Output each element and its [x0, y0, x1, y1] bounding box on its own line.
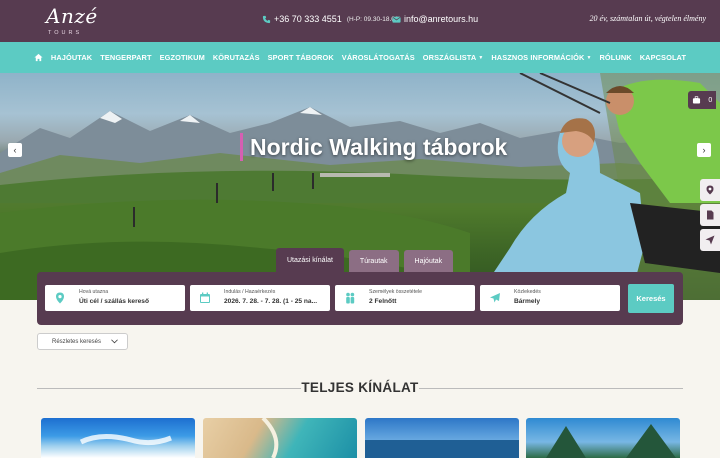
dates-label: Indulás / Hazaérkezés	[224, 289, 276, 295]
nav-item-rolunk[interactable]: RÓLUNK	[600, 53, 632, 62]
persons-value: 2 Felnőtt	[369, 298, 397, 305]
calendar-icon	[200, 292, 210, 303]
phone-number[interactable]: +36 70 333 4551	[274, 14, 342, 24]
transport-value: Bármely	[514, 298, 541, 305]
offer-card-4[interactable]	[526, 418, 680, 458]
hero-title-accent	[240, 133, 243, 161]
slider-prev-button[interactable]: ‹	[8, 143, 22, 157]
transport-label: Közlekedés	[514, 289, 541, 295]
offer-card-1[interactable]	[41, 418, 195, 458]
contact-email[interactable]: info@anretours.hu	[392, 14, 478, 24]
slider-next-button[interactable]: ›	[697, 143, 711, 157]
destination-value: Úti cél / szállás kereső	[79, 298, 150, 305]
airplane-icon	[490, 293, 500, 303]
hikers-photo	[470, 73, 720, 300]
detailed-search-label: Részletes keresés	[52, 338, 102, 345]
side-toolbar	[700, 179, 720, 254]
nav-item-sport-taborok[interactable]: SPORT TÁBOROK	[268, 53, 334, 62]
logo[interactable]: Anzé TOURS	[44, 4, 104, 38]
destination-label: Hová utazna	[79, 289, 109, 295]
nav-item-kapcsolat[interactable]: KAPCSOLAT	[640, 53, 686, 62]
side-tool-location[interactable]	[700, 179, 720, 201]
nav-item-varoslatogatas[interactable]: VÁROSLÁTOGATÁS	[342, 53, 415, 62]
cart-icon	[692, 96, 700, 104]
card-image	[546, 424, 676, 458]
offer-card-2[interactable]	[203, 418, 357, 458]
section-title: TELJES KÍNÁLAT	[301, 380, 419, 395]
nav-item-egzotikum[interactable]: EGZOTIKUM	[160, 53, 205, 62]
nav-item-orszaglista[interactable]: ORSZÁGLISTA ▼	[423, 53, 484, 62]
dates-field[interactable]: Indulás / Hazaérkezés 2026. 7. 28. - 7. …	[190, 285, 330, 311]
detailed-search-toggle[interactable]: Részletes keresés	[37, 333, 128, 350]
search-tabs: Utazási kínálat Túrautak Hajóutak	[276, 248, 454, 272]
top-bar: Anzé TOURS +36 70 333 4551 (H-P: 09.30-1…	[0, 0, 720, 42]
document-icon	[707, 210, 714, 220]
chevron-left-icon: ‹	[13, 145, 17, 155]
tab-hajoutak[interactable]: Hajóutak	[403, 250, 454, 272]
chevron-down-icon: ▼	[478, 54, 484, 61]
nav-item-hajoutak[interactable]: HAJÓUTAK	[51, 53, 92, 62]
logo-text: Anzé	[46, 4, 98, 28]
email-address[interactable]: info@anretours.hu	[404, 14, 478, 24]
map-pin-icon	[56, 292, 64, 304]
logo-subtitle: TOURS	[48, 30, 83, 36]
nav-item-hasznos-label: HASZNOS INFORMÁCIÓK	[491, 53, 585, 62]
people-icon	[346, 292, 355, 304]
nav-item-tengerpart[interactable]: TENGERPART	[100, 53, 151, 62]
nav-item-korutazas[interactable]: KÖRUTAZÁS	[213, 53, 260, 62]
dates-value: 2026. 7. 28. - 7. 28. (1 - 25 na...	[224, 298, 318, 305]
nav-item-hasznos-informaciok[interactable]: HASZNOS INFORMÁCIÓK ▼	[491, 53, 591, 62]
mail-icon	[392, 16, 401, 23]
transport-field[interactable]: Közlekedés Bármely	[480, 285, 620, 311]
cart-count: 0	[708, 96, 713, 104]
map-pin-icon	[706, 185, 714, 195]
tab-utazasi-kinalat[interactable]: Utazási kínálat	[276, 248, 344, 272]
side-tool-document[interactable]	[700, 204, 720, 226]
main-nav: HAJÓUTAK TENGERPART EGZOTIKUM KÖRUTAZÁS …	[0, 42, 720, 73]
chevron-right-icon: ›	[702, 145, 706, 155]
phone-icon	[262, 15, 271, 23]
paper-plane-icon	[705, 235, 715, 245]
hero-title: Nordic Walking táborok	[250, 134, 508, 160]
card-image	[261, 418, 279, 458]
tagline: 20 év, számtalan út, végtelen élmény	[589, 14, 706, 23]
persons-field[interactable]: Személyek összetétele 2 Felnőtt	[335, 285, 475, 311]
side-tool-send[interactable]	[700, 229, 720, 251]
destination-field[interactable]: Hová utazna Úti cél / szállás kereső	[45, 285, 185, 311]
persons-label: Személyek összetétele	[369, 289, 423, 295]
card-image	[365, 440, 519, 458]
home-icon[interactable]	[34, 53, 43, 62]
cart-button[interactable]: 0	[688, 91, 716, 109]
chevron-down-icon: ▼	[586, 54, 592, 61]
card-image	[79, 434, 172, 446]
tab-turautak[interactable]: Túrautak	[348, 250, 399, 272]
contact-phone[interactable]: +36 70 333 4551 (H-P: 09.30-18.00)	[262, 14, 401, 24]
search-panel: Hová utazna Úti cél / szállás kereső Ind…	[37, 272, 683, 325]
search-button[interactable]: Keresés	[628, 284, 674, 313]
offer-card-3[interactable]	[365, 418, 519, 458]
nav-item-orszaglista-label: ORSZÁGLISTA	[422, 53, 477, 62]
chevron-down-icon	[111, 339, 118, 344]
